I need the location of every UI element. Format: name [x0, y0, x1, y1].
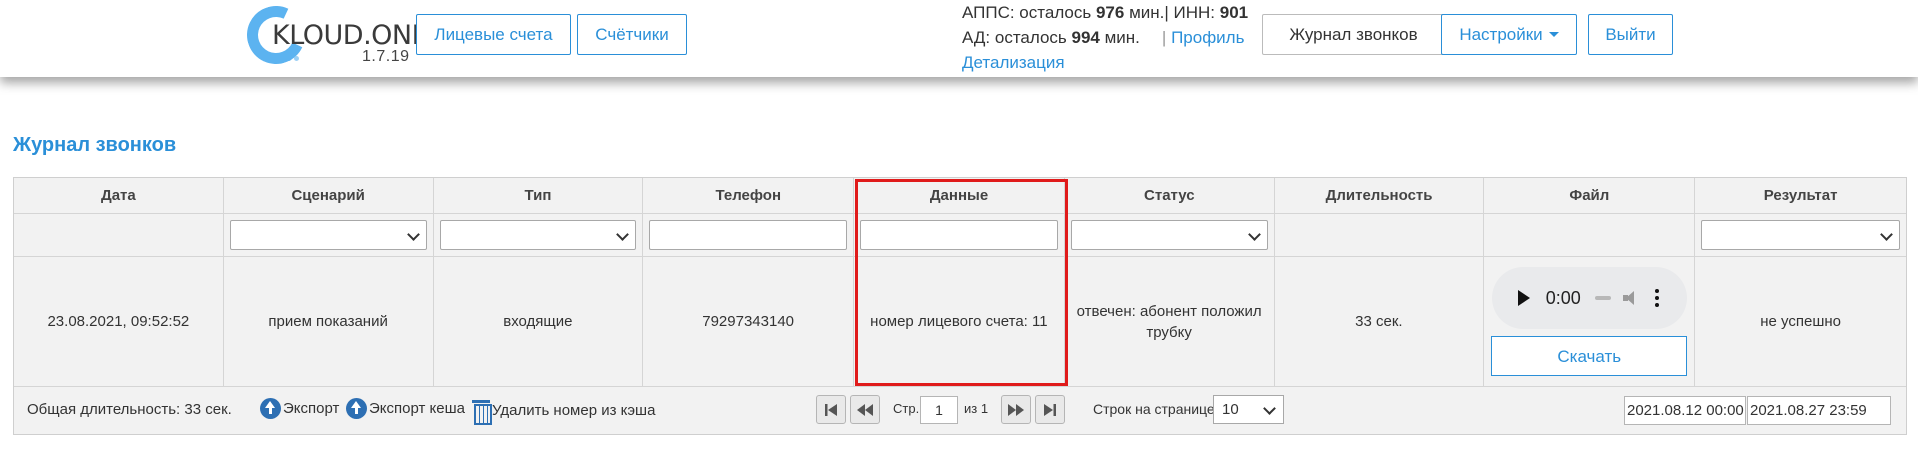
call-journal-button[interactable]: Журнал звонков [1262, 14, 1445, 55]
calls-table: Дата Сценарий Тип Телефон Данные Статус … [13, 177, 1907, 388]
column-header[interactable]: Сценарий [224, 178, 434, 213]
logo-dot-icon [294, 56, 299, 61]
delete-cache-button[interactable]: Удалить номер из кэша [472, 398, 655, 425]
result-cell: не успешно [1760, 313, 1841, 330]
status-filter-select[interactable] [1070, 220, 1268, 250]
audio-progress-bar[interactable] [1594, 296, 1611, 300]
duration-cell: 33 сек. [1275, 257, 1485, 386]
caret-down-icon [1548, 32, 1559, 37]
column-header[interactable]: Длительность [1275, 178, 1485, 213]
data-filter-input[interactable] [860, 220, 1058, 250]
play-icon[interactable] [1517, 290, 1530, 306]
app-version: 1.7.19 [362, 48, 410, 65]
audio-time: 0:00 [1545, 287, 1581, 308]
profile-link[interactable]: Профиль [1171, 28, 1244, 47]
inn-value: 901 [1219, 3, 1249, 22]
page-label: Стр. [893, 401, 920, 416]
column-header[interactable]: Данные [854, 178, 1065, 213]
trash-icon [472, 398, 492, 425]
date-from-input[interactable]: 2021.08.12 00:00 [1624, 396, 1746, 425]
filter-row [14, 214, 1906, 257]
scenario-filter-select[interactable] [229, 220, 427, 250]
logo-text: KLOUD.ONE [272, 20, 429, 51]
next-page-icon[interactable] [1001, 395, 1031, 424]
settings-label: Настройки [1459, 24, 1543, 44]
file-cell: 0:00 Скачать [1484, 257, 1696, 386]
rows-per-page-select[interactable]: 10 [1213, 395, 1284, 424]
date-cell: 23.08.2021, 09:52:52 [14, 257, 224, 386]
column-header[interactable]: Результат [1695, 178, 1906, 213]
result-filter-select[interactable] [1701, 220, 1901, 250]
meters-button[interactable]: Счётчики [577, 14, 687, 55]
total-duration: Общая длительность: 33 сек. [27, 401, 232, 418]
page-count: из 1 [964, 401, 989, 416]
column-header[interactable]: Дата [14, 178, 224, 213]
prev-page-icon[interactable] [850, 395, 880, 424]
settings-dropdown[interactable]: Настройки [1441, 14, 1577, 55]
details-link[interactable]: Детализация [962, 53, 1065, 73]
accounts-button[interactable]: Лицевые счета [416, 14, 571, 55]
last-page-icon[interactable] [1035, 395, 1065, 424]
type-cell: входящие [434, 257, 644, 386]
page-title: Журнал звонков [13, 134, 177, 156]
date-to-input[interactable]: 2021.08.27 23:59 [1747, 396, 1891, 425]
table-header: Дата Сценарий Тип Телефон Данные Статус … [14, 178, 1906, 214]
volume-icon[interactable] [1622, 290, 1641, 306]
column-header[interactable]: Файл [1484, 178, 1696, 213]
status-cell: отвечен: абонент положил трубку [1065, 257, 1275, 386]
logout-button[interactable]: Выйти [1588, 14, 1673, 55]
apps-balance: АППС: осталось 976 мин.| ИНН: 901 [962, 3, 1249, 22]
upload-icon [346, 398, 367, 419]
export-cache-button[interactable]: Экспорт кеша [346, 398, 465, 419]
column-header[interactable]: Статус [1065, 178, 1275, 213]
table-footer: Общая длительность: 33 сек. Экспорт Эксп… [13, 387, 1907, 435]
more-options-icon[interactable] [1654, 289, 1659, 307]
logo[interactable]: KLOUD.ONE 1.7.19 [238, 0, 429, 73]
column-header[interactable]: Телефон [643, 178, 855, 213]
ad-balance: АД: осталось 994 мин. | Профиль [962, 28, 1245, 47]
first-page-icon[interactable] [816, 395, 846, 424]
phone-cell: 79297343140 [643, 257, 854, 386]
logo-dot-icon [285, 54, 292, 61]
phone-filter-input[interactable] [649, 220, 848, 250]
audio-player: 0:00 [1491, 267, 1687, 329]
download-button[interactable]: Скачать [1491, 336, 1688, 376]
page-input[interactable]: 1 [920, 396, 958, 424]
upload-icon [260, 398, 281, 419]
top-header: KLOUD.ONE 1.7.19 Лицевые счета Счётчики … [0, 0, 1918, 77]
scenario-cell: прием показаний [224, 257, 434, 386]
type-filter-select[interactable] [439, 220, 637, 250]
table-row: 23.08.2021, 09:52:52 прием показаний вхо… [14, 257, 1906, 387]
data-cell: номер лицевого счета: 11 [854, 257, 1065, 386]
export-button[interactable]: Экспорт [260, 398, 339, 419]
column-header[interactable]: Тип [434, 178, 644, 213]
rows-per-page-label: Строк на странице: [1093, 401, 1219, 417]
